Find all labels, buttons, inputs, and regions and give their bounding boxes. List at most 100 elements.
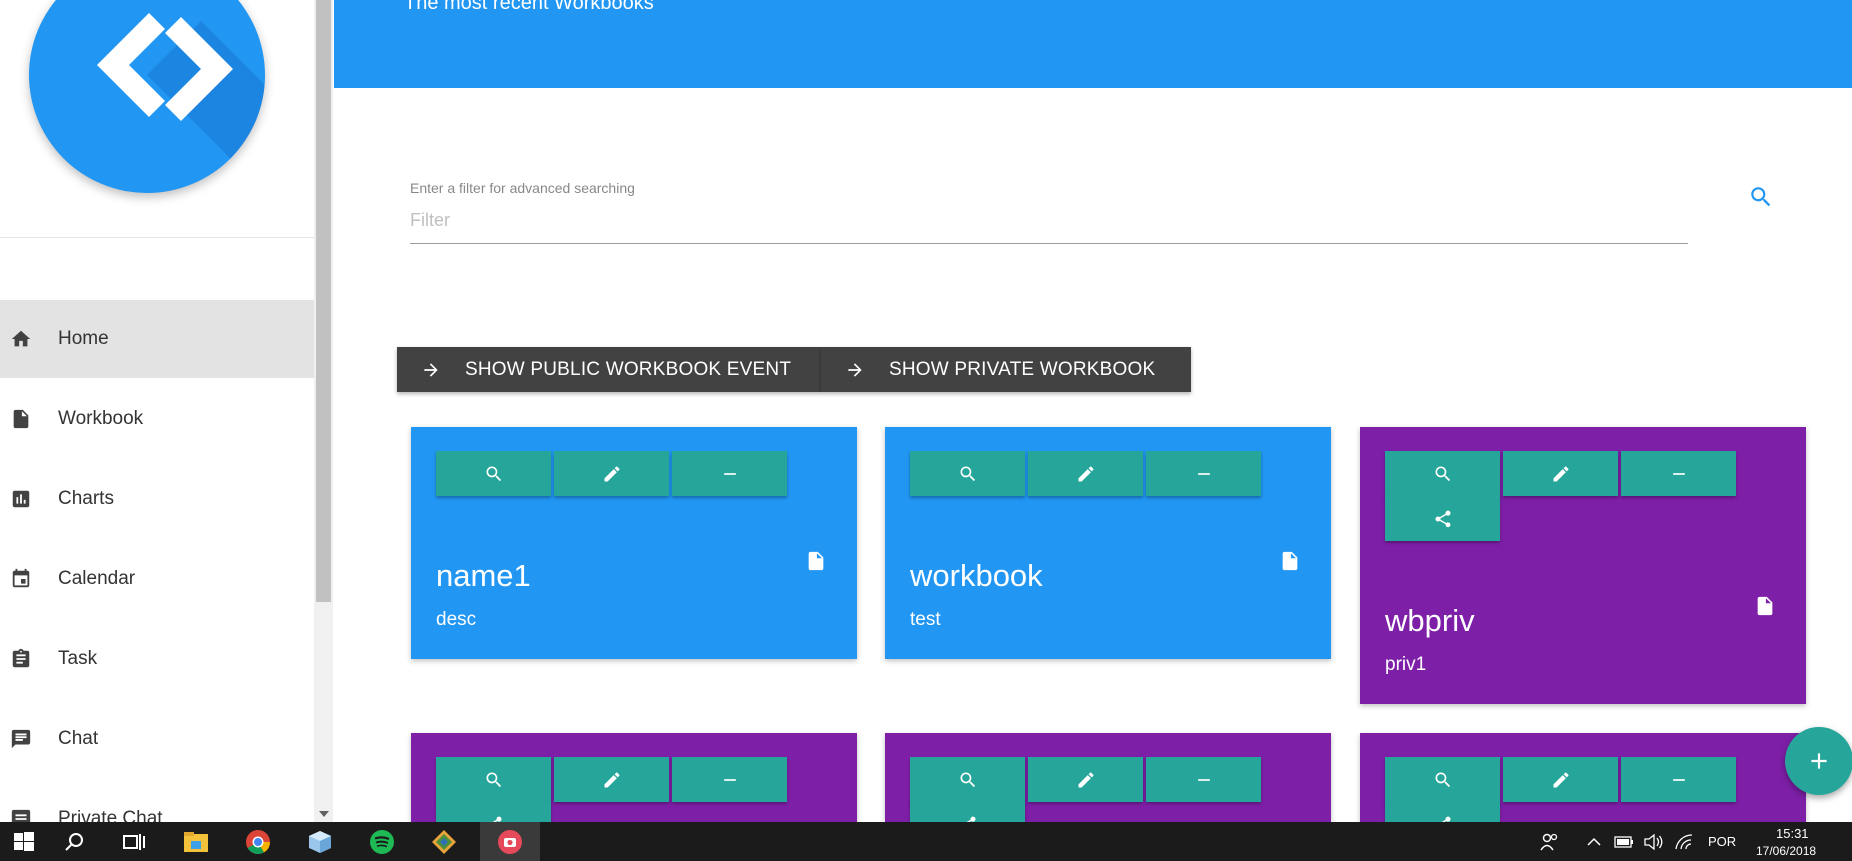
minus-icon bbox=[1672, 778, 1685, 781]
pencil-icon bbox=[604, 771, 620, 787]
arrow-forward-icon bbox=[848, 362, 862, 377]
search-icon bbox=[1435, 466, 1450, 481]
minus-icon bbox=[1197, 472, 1210, 475]
workbook-card[interactable]: workbook test bbox=[885, 427, 1331, 659]
plus-icon bbox=[1811, 753, 1827, 769]
screen-recorder-icon bbox=[498, 829, 522, 854]
edit-button[interactable] bbox=[1028, 757, 1143, 802]
calendar-icon bbox=[12, 568, 30, 588]
search-button[interactable] bbox=[1746, 182, 1776, 212]
show-public-workbook-button[interactable]: SHOW PUBLIC WORKBOOK EVENT bbox=[397, 347, 821, 392]
document-icon bbox=[808, 551, 824, 571]
scroll-down-arrow-icon[interactable] bbox=[314, 808, 333, 820]
document-icon bbox=[1282, 551, 1298, 571]
chat-icon bbox=[11, 729, 31, 749]
toggle-label: SHOW PUBLIC WORKBOOK EVENT bbox=[465, 358, 792, 380]
people-button[interactable] bbox=[1530, 822, 1570, 861]
task-view-icon bbox=[123, 833, 145, 850]
workbook-card[interactable]: name1 desc bbox=[411, 427, 857, 659]
add-workbook-button[interactable] bbox=[1785, 727, 1852, 795]
document-icon bbox=[1757, 596, 1773, 616]
file-icon bbox=[13, 409, 29, 429]
card-description: desc bbox=[436, 609, 477, 630]
taskbar-search-button[interactable] bbox=[50, 822, 98, 861]
sidebar-item-home[interactable]: Home bbox=[0, 300, 314, 378]
box-app-button[interactable] bbox=[296, 822, 344, 861]
card-title: name1 bbox=[436, 558, 531, 593]
sidebar-item-task[interactable]: Task bbox=[0, 620, 314, 698]
sidebar-item-label: Home bbox=[58, 328, 109, 349]
header-subtitle: The most recent Workbooks bbox=[404, 0, 654, 14]
clock-time[interactable]: 15:31 bbox=[1776, 826, 1809, 841]
screen-recorder-button[interactable] bbox=[480, 822, 540, 861]
card-description: test bbox=[910, 609, 941, 630]
pencil-icon bbox=[1078, 465, 1094, 481]
sidebar-item-label: Private Chat bbox=[58, 808, 163, 822]
pencil-icon bbox=[1078, 771, 1094, 787]
search-icon bbox=[960, 466, 975, 481]
remove-button[interactable] bbox=[1146, 451, 1261, 496]
sidebar-item-charts[interactable]: Charts bbox=[0, 460, 314, 538]
sidebar-item-label: Charts bbox=[58, 488, 114, 509]
workbook-card[interactable]: wbpriv priv1 bbox=[1360, 427, 1806, 704]
battery-icon bbox=[1614, 835, 1633, 848]
clock-date[interactable]: 17/06/2018 bbox=[1756, 844, 1816, 858]
minus-icon bbox=[723, 778, 736, 781]
input-language-indicator[interactable]: POR bbox=[1708, 834, 1736, 849]
sidebar-item-label: Chat bbox=[58, 728, 99, 749]
show-private-workbook-button[interactable]: SHOW PRIVATE WORKBOOK bbox=[821, 347, 1191, 392]
filter-input[interactable] bbox=[410, 204, 1688, 244]
minus-icon bbox=[723, 472, 736, 475]
edit-button[interactable] bbox=[1503, 451, 1618, 496]
sourcetree-icon bbox=[432, 829, 456, 854]
view-button[interactable] bbox=[1385, 757, 1500, 802]
tray-expand-button[interactable] bbox=[1580, 822, 1608, 861]
edit-button[interactable] bbox=[554, 451, 669, 496]
sidebar-item-chat[interactable]: Chat bbox=[0, 700, 314, 778]
sidebar: Home Workbook Charts Calendar Task Chat … bbox=[0, 0, 314, 822]
volume-button[interactable] bbox=[1640, 822, 1668, 861]
remove-button[interactable] bbox=[1621, 757, 1736, 802]
search-icon bbox=[486, 466, 501, 481]
edit-button[interactable] bbox=[1028, 451, 1143, 496]
sidebar-item-calendar[interactable]: Calendar bbox=[0, 540, 314, 618]
windows-start-icon bbox=[14, 831, 34, 851]
edit-button[interactable] bbox=[554, 757, 669, 802]
file-explorer-icon bbox=[184, 831, 208, 852]
app-logo bbox=[29, 0, 265, 193]
file-explorer-button[interactable] bbox=[172, 822, 220, 861]
pencil-icon bbox=[1553, 465, 1569, 481]
sidebar-item-private-chat[interactable]: Private Chat bbox=[0, 780, 314, 822]
spotify-button[interactable] bbox=[358, 822, 406, 861]
chrome-button[interactable] bbox=[234, 822, 282, 861]
scrollbar-thumb[interactable] bbox=[316, 0, 331, 602]
windows-start-button[interactable] bbox=[0, 822, 48, 861]
card-title: workbook bbox=[910, 558, 1043, 593]
remove-button[interactable] bbox=[1621, 451, 1736, 496]
share-button[interactable] bbox=[1385, 496, 1500, 541]
battery-button[interactable] bbox=[1610, 822, 1638, 861]
sourcetree-button[interactable] bbox=[420, 822, 468, 861]
task-view-button[interactable] bbox=[110, 822, 158, 861]
remove-button[interactable] bbox=[672, 757, 787, 802]
view-button[interactable] bbox=[1385, 451, 1500, 496]
wifi-button[interactable] bbox=[1670, 822, 1698, 861]
edit-button[interactable] bbox=[1503, 757, 1618, 802]
remove-button[interactable] bbox=[672, 451, 787, 496]
sidebar-item-workbook[interactable]: Workbook bbox=[0, 380, 314, 458]
view-button[interactable] bbox=[436, 757, 551, 802]
filter-field: Enter a filter for advanced searching bbox=[410, 180, 1688, 244]
pencil-icon bbox=[1553, 771, 1569, 787]
remove-button[interactable] bbox=[1146, 757, 1261, 802]
sidebar-item-label: Task bbox=[58, 648, 98, 669]
sidebar-divider bbox=[0, 237, 314, 238]
filter-label: Enter a filter for advanced searching bbox=[410, 180, 635, 196]
view-button[interactable] bbox=[436, 451, 551, 496]
view-button[interactable] bbox=[910, 757, 1025, 802]
view-button[interactable] bbox=[910, 451, 1025, 496]
search-icon bbox=[65, 832, 83, 851]
sidebar-scrollbar[interactable] bbox=[314, 0, 333, 822]
clipboard-icon bbox=[12, 648, 30, 668]
page-header: The most recent Workbooks bbox=[334, 0, 1852, 88]
card-description: priv1 bbox=[1385, 654, 1427, 675]
